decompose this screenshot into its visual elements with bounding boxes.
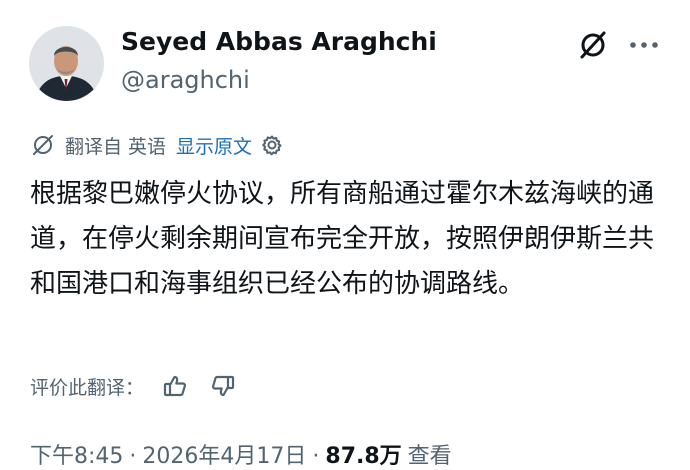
show-original-link[interactable]: 显示原文 xyxy=(176,132,252,159)
author-handle[interactable]: @araghchi xyxy=(121,66,250,94)
thumbs-down-icon[interactable] xyxy=(210,373,236,399)
rate-translation-bar: 评价此翻译： xyxy=(30,370,236,402)
thumbs-up-icon[interactable] xyxy=(162,373,188,399)
views-count: 87.8万 xyxy=(325,444,402,469)
translate-icon xyxy=(33,135,53,155)
more-dots-icon[interactable] xyxy=(627,30,661,60)
translated-from-label: 翻译自 英语 xyxy=(65,135,167,158)
avatar-image xyxy=(29,26,104,101)
translation-bar: 翻译自 英语 显示原文 xyxy=(31,130,284,160)
tweet-date[interactable]: 2026年4月17日 xyxy=(142,438,306,470)
gear-icon[interactable] xyxy=(260,133,284,157)
author-name[interactable]: Seyed Abbas Araghchi xyxy=(121,27,437,56)
tweet-text: 根据黎巴嫩停火协议，所有商船通过霍尔木兹海峡的通道，在停火剩余期间宣布完全开放，… xyxy=(30,179,655,299)
tweet-meta: 下午8:45 · 2026年4月17日 · 87.8万 查看 xyxy=(30,438,452,470)
meta-separator: · xyxy=(129,444,137,469)
tweet-time[interactable]: 下午8:45 xyxy=(30,438,123,470)
views-label: 查看 xyxy=(407,444,452,469)
meta-separator: · xyxy=(312,444,320,469)
rate-translation-label: 评价此翻译： xyxy=(30,376,145,399)
slashed-circle-icon[interactable] xyxy=(578,30,608,60)
avatar[interactable] xyxy=(29,26,104,101)
